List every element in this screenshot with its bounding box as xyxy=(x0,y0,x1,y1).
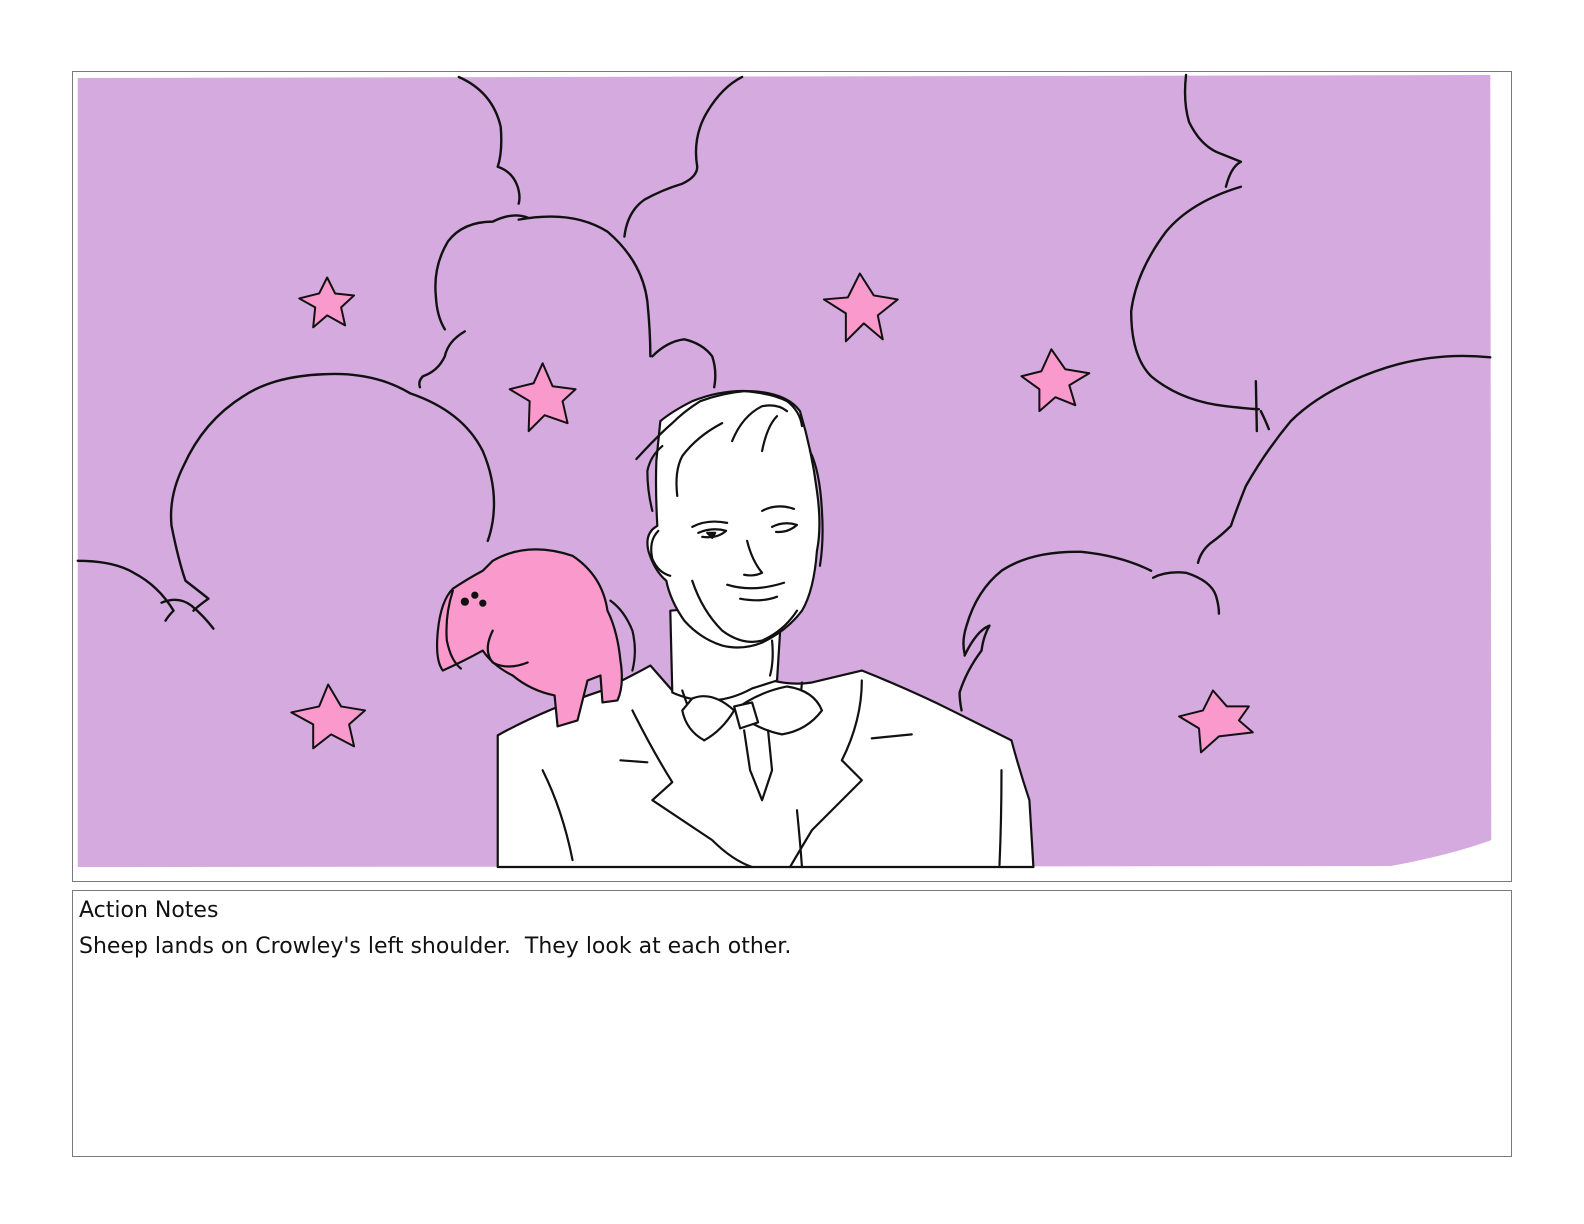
action-notes-box: Action Notes Sheep lands on Crowley's le… xyxy=(72,890,1512,1157)
action-notes-text: Sheep lands on Crowley's left shoulder. … xyxy=(79,934,792,959)
storyboard-panel xyxy=(72,71,1512,882)
action-notes-title: Action Notes xyxy=(79,898,219,923)
panel-illustration xyxy=(76,73,1492,869)
